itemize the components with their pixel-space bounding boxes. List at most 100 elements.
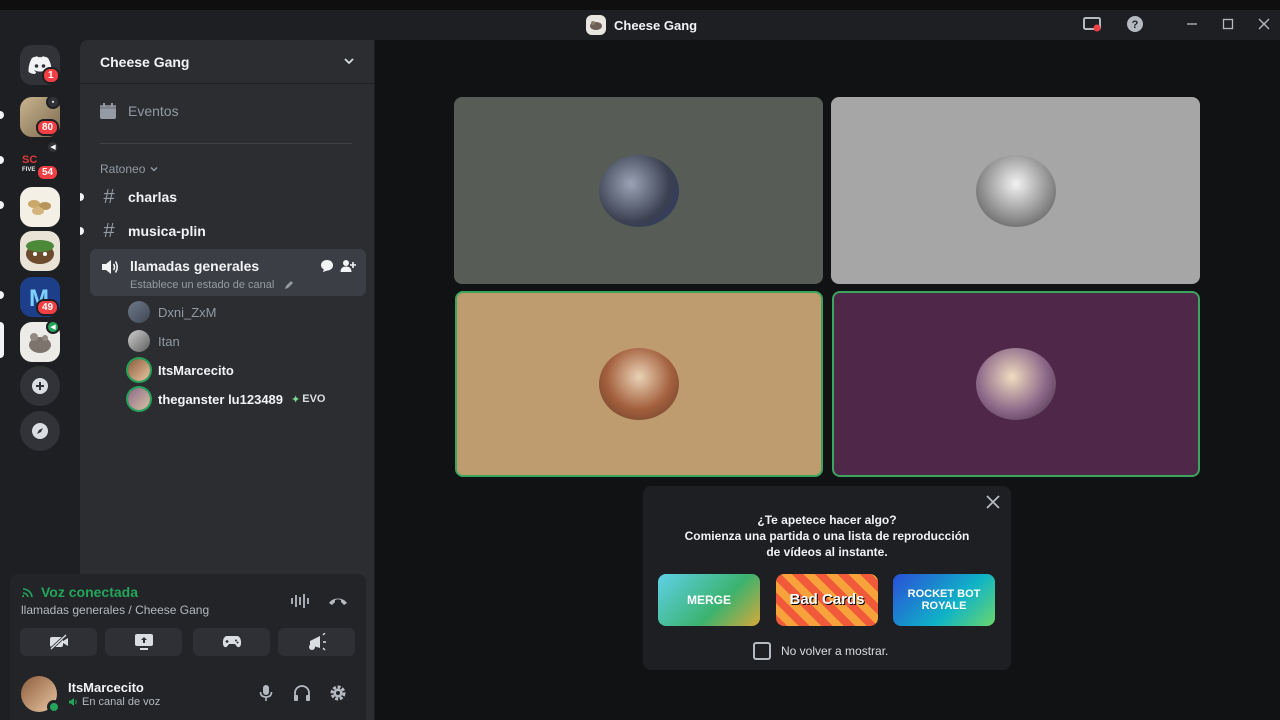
voice-channel-name: llamadas generales (130, 258, 260, 274)
server-1-icon[interactable]: ▪ 80 (20, 95, 60, 137)
chevron-down-icon (342, 54, 356, 73)
server-3-icon[interactable] (20, 187, 60, 227)
channel-musica-plin[interactable]: # musica-plin (90, 215, 366, 247)
game-title: MERGE (686, 593, 731, 607)
settings-gear-icon[interactable] (327, 682, 349, 704)
avatar (128, 301, 150, 323)
events-label: Eventos (128, 103, 179, 119)
activity-suggestion-card: ¿Te apetece hacer algo? Comienza una par… (643, 486, 1011, 670)
activities-button[interactable] (193, 628, 270, 656)
category-ratoneo[interactable]: Ratoneo (100, 162, 159, 176)
discover-icon[interactable] (20, 411, 60, 451)
user-area: ItsMarcecito En canal de voz (10, 664, 366, 720)
window-title: Cheese Gang (614, 17, 698, 33)
title-bar-edge (0, 0, 1280, 10)
voice-user-itan[interactable]: Itan (128, 329, 180, 353)
maximize-icon[interactable] (1218, 14, 1238, 34)
participant-tile-itsmarcecito[interactable] (455, 291, 823, 477)
svg-text:FIVE: FIVE (22, 167, 35, 173)
screen-share-icon[interactable] (1082, 14, 1102, 34)
voice-connected-status[interactable]: Voz conectada (22, 584, 138, 600)
notification-badge: 49 (36, 299, 60, 316)
participant-tile-theganster[interactable] (832, 291, 1200, 477)
voice-channel-llamadas-generales[interactable]: llamadas generales Establece un estado d… (90, 249, 366, 296)
voice-user-dxni[interactable]: Dxni_ZxM (128, 300, 217, 324)
calendar-icon (100, 103, 116, 119)
server-2-icon[interactable]: SC FIVE ◀ 54 (20, 140, 60, 182)
server-header[interactable]: Cheese Gang (80, 40, 374, 84)
channel-charlas[interactable]: # charlas (90, 181, 366, 213)
participant-avatar (976, 348, 1056, 420)
activity-game-merge[interactable]: MERGE (658, 574, 760, 626)
avatar (128, 388, 150, 410)
cheese-gang-icon[interactable]: ◀ (20, 320, 60, 362)
voice-user-itsmarcecito[interactable]: ItsMarcecito (128, 358, 234, 382)
participant-tile-itan[interactable] (831, 97, 1200, 284)
unread-indicator (80, 193, 84, 201)
close-window-icon[interactable] (1254, 14, 1274, 34)
window-title-group: Cheese Gang (586, 15, 697, 35)
disconnect-icon (329, 598, 347, 605)
user-name: ItsMarcecito (68, 680, 144, 695)
notification-badge: 1 (42, 67, 60, 84)
share-screen-button[interactable] (105, 628, 182, 656)
server-mini-icon (586, 15, 606, 35)
chat-bubble-icon: ▪ (46, 95, 60, 109)
game-title: Bad Cards (789, 591, 865, 608)
unread-indicator (80, 227, 84, 235)
dont-show-again-label: No volver a mostrar. (781, 644, 889, 658)
add-server-icon[interactable] (20, 366, 60, 406)
category-label: Ratoneo (100, 162, 146, 176)
participant-avatar (598, 154, 679, 227)
channel-name: musica-plin (128, 223, 206, 239)
unread-indicator (0, 291, 4, 299)
unread-indicator (0, 156, 4, 164)
voice-active-icon: ◀ (46, 320, 60, 334)
voice-connected-subtitle: llamadas generales / Cheese Gang (21, 603, 210, 617)
activity-description-1: Comienza una partida o una lista de repr… (684, 529, 970, 543)
evo-badge: ✦ EVO (291, 393, 325, 406)
voice-connection-panel: Voz conectada llamadas generales / Chees… (10, 574, 366, 664)
activity-game-bad-cards[interactable]: Bad Cards (776, 574, 878, 626)
voice-user-name: ItsMarcecito (158, 362, 234, 378)
speaker-icon (69, 698, 77, 706)
headphones-icon[interactable] (291, 682, 313, 704)
participant-tile-dxni[interactable] (454, 97, 823, 284)
server-5-icon[interactable]: M 49 (20, 277, 60, 317)
title-bar: Cheese Gang ? (0, 0, 1280, 40)
dont-show-again[interactable]: No volver a mostrar. (753, 642, 888, 660)
voice-user-name: Itan (158, 333, 180, 349)
user-status-label: En canal de voz (82, 696, 161, 708)
participant-avatar (975, 154, 1056, 227)
channel-status-input[interactable]: Establece un estado de canal (130, 279, 274, 291)
avatar (128, 330, 150, 352)
camera-off-button[interactable] (20, 628, 97, 656)
voice-user-name: theganster lu123489 (158, 391, 284, 407)
minimize-icon[interactable] (1182, 14, 1202, 34)
gamepad-icon (222, 636, 241, 648)
server-name: Cheese Gang (100, 53, 190, 70)
events-item[interactable]: Eventos (98, 102, 179, 120)
speaker-icon: ◀ (46, 140, 60, 154)
evo-label: EVO (302, 393, 326, 405)
activity-description-2: de vídeos al instante. (766, 545, 888, 559)
soundboard-icon (308, 633, 326, 651)
server-4-icon[interactable] (20, 231, 60, 271)
activity-game-rocket-bot-royale[interactable]: ROCKET BOT ROYALE (893, 574, 995, 626)
voice-connected-label: Voz conectada (41, 584, 138, 600)
divider (100, 143, 352, 144)
pencil-icon (285, 281, 293, 289)
discord-home-icon[interactable]: 1 (20, 45, 60, 85)
screen-share-icon (134, 634, 153, 650)
avatar (128, 359, 150, 381)
online-status-indicator (47, 700, 61, 714)
soundboard-button[interactable] (278, 628, 355, 656)
svg-text:?: ? (1132, 19, 1139, 31)
voice-user-theganster[interactable]: theganster lu123489 ✦ EVO (128, 387, 325, 411)
hash-icon: # (103, 219, 115, 242)
notification-badge: 80 (36, 119, 60, 136)
help-icon[interactable]: ? (1125, 14, 1145, 34)
speaker-icon (102, 260, 119, 274)
microphone-icon[interactable] (255, 682, 277, 704)
dont-show-again-checkbox[interactable] (753, 642, 771, 660)
